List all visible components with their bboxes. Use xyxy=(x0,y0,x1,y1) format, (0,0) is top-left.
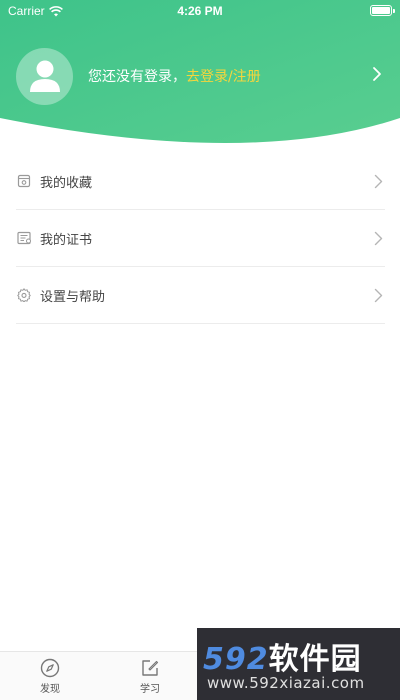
status-bar: Carrier 4:26 PM xyxy=(0,0,400,22)
chevron-right-icon[interactable] xyxy=(372,66,382,82)
compass-icon xyxy=(40,658,60,678)
login-row[interactable]: 您还没有登录， 去登录/注册 xyxy=(16,47,388,105)
edit-note-icon xyxy=(142,660,159,676)
chevron-right-icon xyxy=(374,231,383,246)
watermark-url: www.592xiazai.com xyxy=(207,674,365,692)
avatar[interactable] xyxy=(16,47,73,105)
menu-item-favorites[interactable]: 我的收藏 xyxy=(16,153,385,210)
battery-icon xyxy=(370,5,395,16)
watermark-number: 592 xyxy=(203,642,269,677)
login-prompt: 您还没有登录， xyxy=(88,69,186,85)
favorites-icon xyxy=(16,173,32,189)
chevron-right-icon xyxy=(374,174,383,189)
settings-gear-icon xyxy=(16,287,32,303)
user-silhouette-icon xyxy=(29,60,60,92)
menu-list: 我的收藏 我的证书 设置与帮助 xyxy=(16,153,385,324)
menu-item-label: 我的收藏 xyxy=(40,175,93,191)
watermark-overlay: 592软件园 www.592xiazai.com xyxy=(197,628,400,700)
tab-label: 学习 xyxy=(140,684,160,695)
status-time: 4:26 PM xyxy=(177,4,223,18)
menu-item-settings-help[interactable]: 设置与帮助 xyxy=(16,267,385,324)
login-register-link[interactable]: 去登录/注册 xyxy=(186,66,261,86)
tab-study[interactable]: 学习 xyxy=(100,652,200,700)
tab-label: 发现 xyxy=(40,684,60,695)
menu-item-label: 设置与帮助 xyxy=(40,289,106,305)
profile-header: Carrier 4:26 PM 您还没有登录， 去登录/注册 xyxy=(0,0,400,160)
chevron-right-icon xyxy=(374,288,383,303)
watermark-brand: 软件园 xyxy=(268,642,362,677)
menu-item-certificates[interactable]: 我的证书 xyxy=(16,210,385,267)
watermark-title: 592软件园 xyxy=(203,634,362,678)
menu-item-label: 我的证书 xyxy=(40,232,93,248)
tab-discover[interactable]: 发现 xyxy=(0,652,100,700)
certificate-icon xyxy=(16,230,32,246)
